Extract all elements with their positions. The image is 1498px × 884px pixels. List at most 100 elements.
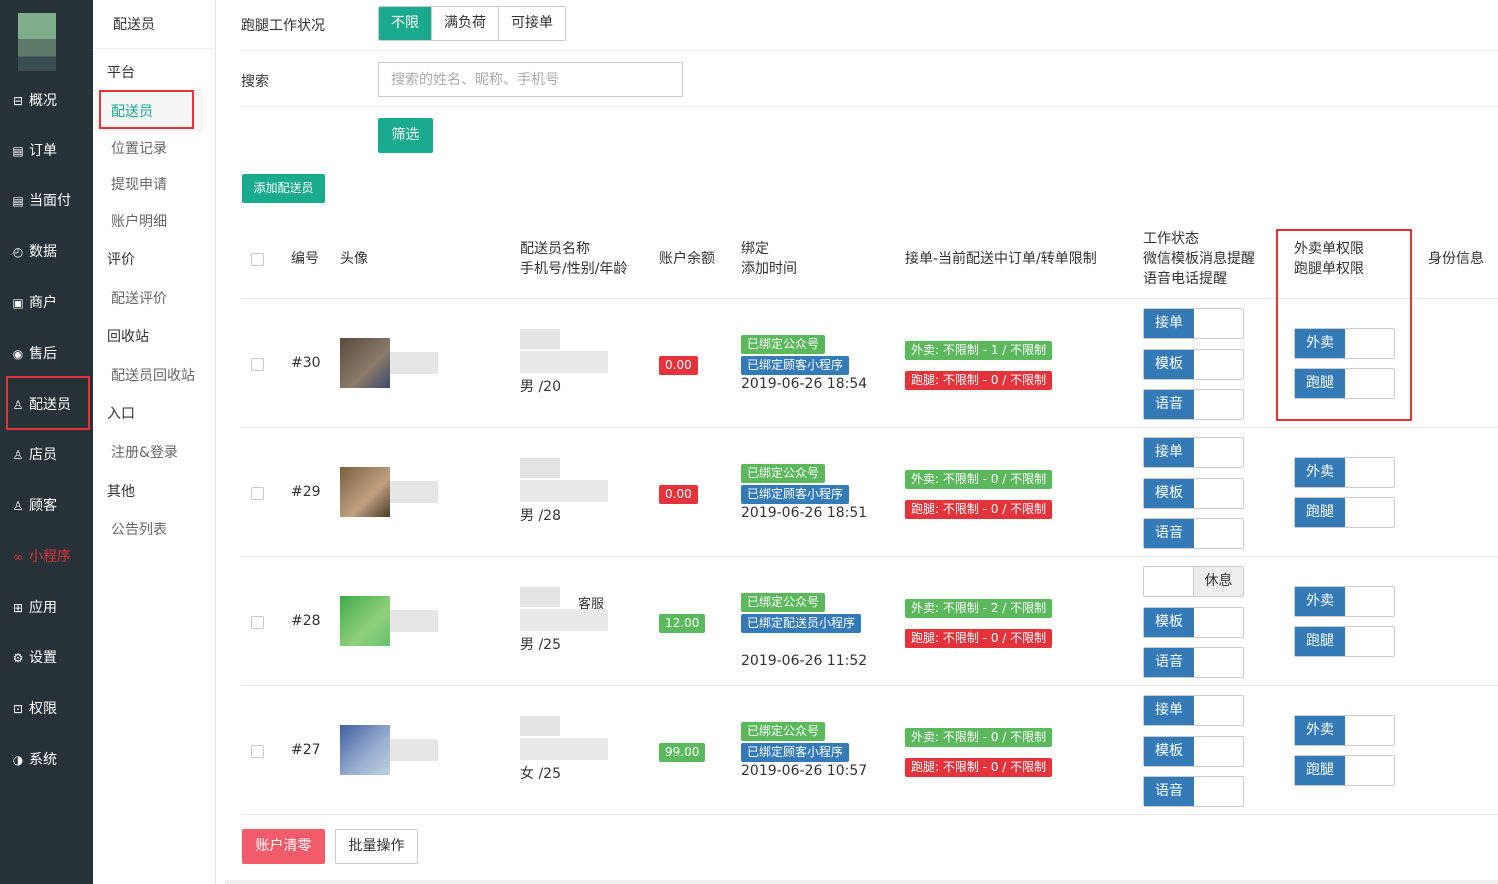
voice-call-toggle[interactable]: 语音 <box>1143 647 1244 678</box>
blurred-nickname <box>390 352 438 374</box>
submenu-group-label: 评价 <box>107 252 135 268</box>
sidebar-item-miniprogram[interactable]: ∞ 小程序 <box>10 544 90 570</box>
sidebar-item-system[interactable]: ◑ 系统 <box>10 747 90 773</box>
sidebar-item-settings[interactable]: ⚙ 设置 <box>10 645 90 671</box>
toggle-off-label: 休息 <box>1193 567 1243 596</box>
highlight-box-permissions <box>1276 229 1412 421</box>
batch-operation-button[interactable]: 批量操作 <box>335 829 418 864</box>
row-checkbox[interactable] <box>251 745 264 758</box>
header-identity: 身份信息 <box>1428 251 1484 267</box>
submenu-item[interactable]: 配送评价 <box>111 288 167 308</box>
work-status-toggle[interactable]: 休息 <box>1143 566 1244 597</box>
bind-miniprogram-badge: 已绑定顾客小程序 <box>741 743 850 762</box>
row-checkbox[interactable] <box>251 616 264 629</box>
status-option-full[interactable]: 满负荷 <box>431 7 498 40</box>
header-phone-gender-age: 手机号/性别/年龄 <box>520 261 628 277</box>
submenu-item[interactable]: 账户明细 <box>111 211 167 231</box>
header-voice-call: 语音电话提醒 <box>1143 271 1227 287</box>
sidebar-item-customer[interactable]: ♙ 顾客 <box>10 493 90 519</box>
header-id: 编号 <box>291 251 319 267</box>
courier-id: #28 <box>291 613 321 629</box>
sidebar-item-label: 应用 <box>29 600 57 616</box>
customer-icon: ♙ <box>12 499 24 513</box>
search-input[interactable] <box>378 62 683 97</box>
sidebar-item-label: 概况 <box>29 93 57 109</box>
waimai-permission-toggle[interactable]: 外卖 <box>1294 586 1395 617</box>
add-time: 2019-06-26 18:54 <box>741 376 868 392</box>
bind-miniprogram-badge: 已绑定配送员小程序 <box>741 614 862 633</box>
waimai-permission-toggle[interactable]: 外卖 <box>1294 457 1395 488</box>
clear-account-button[interactable]: 账户清零 <box>242 829 325 864</box>
sidebar-item-label: 顾客 <box>29 498 57 514</box>
sidebar-avatar[interactable] <box>18 13 56 71</box>
submenu-item[interactable]: 注册&登录 <box>111 442 178 462</box>
template-msg-toggle[interactable]: 模板 <box>1143 736 1244 767</box>
header-add-time: 添加时间 <box>741 261 797 277</box>
template-msg-toggle[interactable]: 模板 <box>1143 478 1244 509</box>
voice-call-toggle[interactable]: 语音 <box>1143 776 1244 807</box>
work-status-toggle[interactable]: 接单 <box>1143 437 1244 468</box>
row-checkbox[interactable] <box>251 487 264 500</box>
submenu-divider <box>93 48 215 49</box>
add-courier-button[interactable]: 添加配送员 <box>242 174 325 203</box>
status-option-all[interactable]: 不限 <box>379 7 431 40</box>
blurred-name <box>520 458 560 478</box>
gender-age: 男 /28 <box>520 508 561 524</box>
paotui-permission-toggle[interactable]: 跑腿 <box>1294 626 1395 657</box>
paotui-permission-toggle[interactable]: 跑腿 <box>1294 755 1395 786</box>
sidebar-item-label: 售后 <box>29 346 57 362</box>
sidebar-item-label: 权限 <box>29 701 57 717</box>
status-option-available[interactable]: 可接单 <box>498 7 565 40</box>
table-row: #27 女 /25 99.00 已绑定公众号 已绑定顾客小程序 2019-06-26 10… <box>241 685 1498 814</box>
voice-call-toggle[interactable]: 语音 <box>1143 518 1244 549</box>
lock-icon: ⊡ <box>12 702 24 716</box>
blurred-name <box>520 587 560 607</box>
template-msg-toggle[interactable]: 模板 <box>1143 349 1244 380</box>
voice-call-toggle[interactable]: 语音 <box>1143 389 1244 420</box>
waimai-order-badge: 外卖: 不限制 - 0 / 不限制 <box>905 470 1053 489</box>
header-orders: 接单-当前配送中订单/转单限制 <box>905 251 1097 267</box>
header-wechat-template: 微信模板消息提醒 <box>1143 251 1255 267</box>
sidebar-item-order[interactable]: ▤ 订单 <box>10 138 90 164</box>
submenu-item[interactable]: 提现申请 <box>111 174 167 194</box>
sidebar-item-dashboard[interactable]: ⊟ 概况 <box>10 88 90 114</box>
submenu-item[interactable]: 配送员回收站 <box>111 365 195 385</box>
apps-icon: ⊞ <box>12 601 24 615</box>
sidebar-item-data[interactable]: ◴ 数据 <box>10 239 90 265</box>
blurred-phone <box>520 351 608 373</box>
table-bottom-border <box>241 814 1498 815</box>
toggle-on-label: 模板 <box>1144 608 1194 637</box>
paotui-order-badge: 跑腿: 不限制 - 0 / 不限制 <box>905 500 1053 519</box>
bind-wechat-badge: 已绑定公众号 <box>741 722 826 741</box>
sidebar-item-lock[interactable]: ⊡ 权限 <box>10 696 90 722</box>
header-avatar: 头像 <box>340 251 368 267</box>
sidebar-item-apps[interactable]: ⊞ 应用 <box>10 595 90 621</box>
header-name: 配送员名称 <box>520 241 590 257</box>
order-icon: ▤ <box>12 144 24 158</box>
gender-age: 男 /25 <box>520 637 561 653</box>
blurred-phone <box>520 609 608 631</box>
sidebar-item-pay[interactable]: ▤ 当面付 <box>10 188 90 214</box>
courier-id: #29 <box>291 484 321 500</box>
submenu-item[interactable]: 位置记录 <box>111 138 167 158</box>
template-msg-toggle[interactable]: 模板 <box>1143 607 1244 638</box>
courier-avatar <box>340 338 390 388</box>
bind-miniprogram-badge: 已绑定顾客小程序 <box>741 356 850 375</box>
toggle-on-label: 跑腿 <box>1295 498 1345 527</box>
toggle-on-label: 语音 <box>1144 648 1194 677</box>
row-checkbox[interactable] <box>251 358 264 371</box>
submenu-item[interactable]: 公告列表 <box>111 519 167 539</box>
select-all-checkbox[interactable] <box>251 253 264 266</box>
filter-button[interactable]: 筛选 <box>378 118 433 153</box>
sidebar-item-clerk[interactable]: ♙ 店员 <box>10 442 90 468</box>
work-status-toggle[interactable]: 接单 <box>1143 308 1244 339</box>
waimai-permission-toggle[interactable]: 外卖 <box>1294 715 1395 746</box>
toggle-on-label: 模板 <box>1144 350 1194 379</box>
paotui-permission-toggle[interactable]: 跑腿 <box>1294 497 1395 528</box>
submenu-group-label: 回收站 <box>107 329 149 345</box>
toggle-on-label: 接单 <box>1144 696 1194 725</box>
table-row: #28 客服男 /25 12.00 已绑定公众号 已绑定配送员小程序 2019-06-26… <box>241 556 1498 685</box>
sidebar-item-shop[interactable]: ▣ 商户 <box>10 290 90 316</box>
work-status-toggle[interactable]: 接单 <box>1143 695 1244 726</box>
sidebar-item-aftersale[interactable]: ◉ 售后 <box>10 341 90 367</box>
